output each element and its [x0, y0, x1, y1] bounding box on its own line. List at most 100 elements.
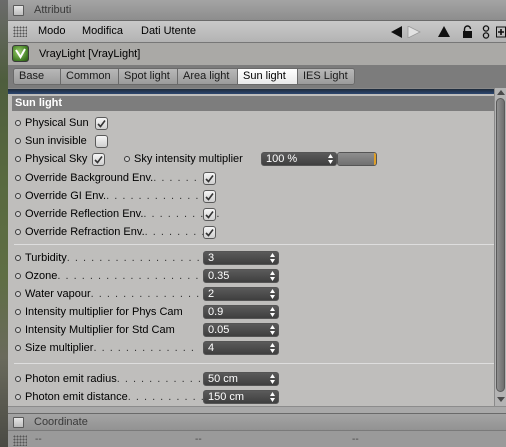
coordinate-field-1[interactable]: -- — [35, 434, 42, 445]
animation-dot-icon[interactable] — [15, 291, 21, 297]
animation-dot-icon[interactable] — [15, 138, 21, 144]
section-divider — [14, 363, 494, 364]
animation-dot-icon[interactable] — [15, 345, 21, 351]
coordinate-field-2[interactable]: -- — [195, 434, 202, 445]
override-reflection-row: Override Reflection Env. . . . . . . . .… — [15, 206, 220, 222]
intensity-std-cam-value: 0.05 — [208, 324, 230, 336]
water-vapour-label: Water vapour — [25, 288, 91, 300]
photon-emit-distance-row: Photon emit distance . . . . . . . . . .… — [15, 389, 213, 405]
menu-dati-utente[interactable]: Dati Utente — [141, 25, 196, 37]
turbidity-input[interactable]: 3 — [203, 251, 279, 265]
ozone-label: Ozone — [25, 270, 58, 282]
animation-dot-icon[interactable] — [15, 255, 21, 261]
override-gi-checkbox[interactable] — [203, 190, 216, 203]
viewport-edge — [0, 0, 8, 447]
override-refraction-checkbox[interactable] — [203, 226, 216, 239]
turbidity-label: Turbidity — [25, 252, 67, 264]
animation-dot-icon[interactable] — [15, 229, 21, 235]
animation-dot-icon[interactable] — [15, 175, 21, 181]
photon-emit-radius-input[interactable]: 50 cm — [203, 372, 279, 386]
object-name: VrayLight [VrayLight] — [39, 48, 141, 60]
tab-base[interactable]: Base — [14, 69, 61, 84]
tab-area-light[interactable]: Area light — [178, 69, 238, 84]
grip-handle-icon[interactable] — [13, 435, 27, 446]
intensity-std-cam-input[interactable]: 0.05 — [203, 323, 279, 337]
size-multiplier-value: 4 — [208, 342, 215, 354]
tab-ies-light[interactable]: IES Light — [298, 69, 354, 84]
menu-modo[interactable]: Modo — [38, 25, 66, 37]
size-multiplier-label: Size multiplier — [25, 342, 94, 354]
override-reflection-label: Override Reflection Env. — [25, 208, 144, 220]
back-arrow-icon[interactable] — [390, 23, 404, 40]
panel-title: Attributi — [34, 4, 72, 16]
menu-bar: Modo Modifica Dati Utente — [8, 21, 506, 43]
tab-spot-light[interactable]: Spot light — [119, 69, 178, 84]
spinner-arrows-icon[interactable] — [270, 271, 275, 281]
size-multiplier-input[interactable]: 4 — [203, 341, 279, 355]
sky-intensity-value: 100 % — [266, 153, 298, 165]
menu-modifica[interactable]: Modifica — [82, 25, 123, 37]
spinner-arrows-icon[interactable] — [328, 154, 333, 164]
animation-dot-icon[interactable] — [15, 327, 21, 333]
grip-handle-icon[interactable] — [13, 26, 27, 37]
physical-sky-row: Physical Sky — [15, 151, 87, 167]
water-vapour-input[interactable]: 2 — [203, 287, 279, 301]
photon-emit-distance-value: 150 cm — [208, 391, 245, 403]
spinner-arrows-icon[interactable] — [270, 343, 275, 353]
animation-dot-icon[interactable] — [124, 156, 130, 162]
scroll-thumb[interactable] — [496, 98, 505, 392]
override-reflection-checkbox[interactable] — [203, 208, 216, 221]
slider-knob[interactable] — [374, 153, 376, 165]
intensity-phys-cam-input[interactable]: 0.9 — [203, 305, 279, 319]
tab-common[interactable]: Common — [61, 69, 119, 84]
sun-invisible-checkbox[interactable] — [95, 135, 108, 148]
animation-dot-icon[interactable] — [15, 193, 21, 199]
animation-dot-icon[interactable] — [15, 309, 21, 315]
override-background-checkbox[interactable] — [203, 172, 216, 185]
animation-dot-icon[interactable] — [15, 273, 21, 279]
intensity-phys-cam-label: Intensity multiplier for Phys Cam — [25, 306, 183, 318]
sun-invisible-row: Sun invisible — [15, 133, 87, 149]
physical-sky-checkbox[interactable] — [92, 153, 105, 166]
coordinate-field-3[interactable]: -- — [352, 434, 359, 445]
spinner-arrows-icon[interactable] — [270, 253, 275, 263]
sky-intensity-slider[interactable] — [337, 152, 377, 166]
vray-logo-icon — [12, 45, 29, 62]
section-header: Sun light — [12, 96, 494, 111]
lock-icon[interactable] — [460, 23, 474, 40]
animation-dot-icon[interactable] — [15, 376, 21, 382]
turbidity-row: Turbidity . . . . . . . . . . . . . . . … — [15, 250, 201, 266]
link-icon[interactable] — [480, 23, 492, 40]
scroll-down-arrow-icon[interactable] — [497, 397, 505, 402]
horizontal-scrollbar[interactable] — [8, 406, 506, 413]
spinner-arrows-icon[interactable] — [270, 392, 275, 402]
animation-dot-icon[interactable] — [15, 394, 21, 400]
spinner-arrows-icon[interactable] — [270, 374, 275, 384]
panel-collapse-checkbox[interactable] — [13, 5, 24, 16]
coordinate-collapse-checkbox[interactable] — [13, 417, 24, 428]
vertical-scrollbar[interactable] — [494, 88, 506, 406]
ozone-input[interactable]: 0.35 — [203, 269, 279, 283]
spinner-arrows-icon[interactable] — [270, 289, 275, 299]
tab-sun-light[interactable]: Sun light — [238, 69, 298, 84]
scroll-up-arrow-icon[interactable] — [497, 90, 505, 95]
photon-emit-distance-input[interactable]: 150 cm — [203, 390, 279, 404]
add-icon[interactable] — [496, 23, 506, 40]
intensity-phys-cam-row: Intensity multiplier for Phys Cam — [15, 304, 183, 320]
animation-dot-icon[interactable] — [15, 120, 21, 126]
animation-dot-icon[interactable] — [15, 156, 21, 162]
animation-dot-icon[interactable] — [15, 211, 21, 217]
object-info-row: VrayLight [VrayLight] — [8, 43, 506, 65]
section-divider — [14, 244, 494, 245]
intensity-std-cam-row: Intensity Multiplier for Std Cam — [15, 322, 175, 338]
physical-sun-checkbox[interactable] — [95, 117, 108, 130]
dot-leader: . . . . . . . . . . . — [127, 391, 213, 403]
spinner-arrows-icon[interactable] — [270, 325, 275, 335]
sky-intensity-input[interactable]: 100 % — [261, 152, 337, 166]
sun-invisible-label: Sun invisible — [25, 135, 87, 147]
coordinate-fields-bar: -- -- -- — [8, 430, 506, 447]
up-arrow-icon[interactable] — [437, 23, 451, 40]
forward-arrow-icon[interactable] — [406, 23, 422, 40]
spinner-arrows-icon[interactable] — [270, 307, 275, 317]
water-vapour-value: 2 — [208, 288, 215, 300]
